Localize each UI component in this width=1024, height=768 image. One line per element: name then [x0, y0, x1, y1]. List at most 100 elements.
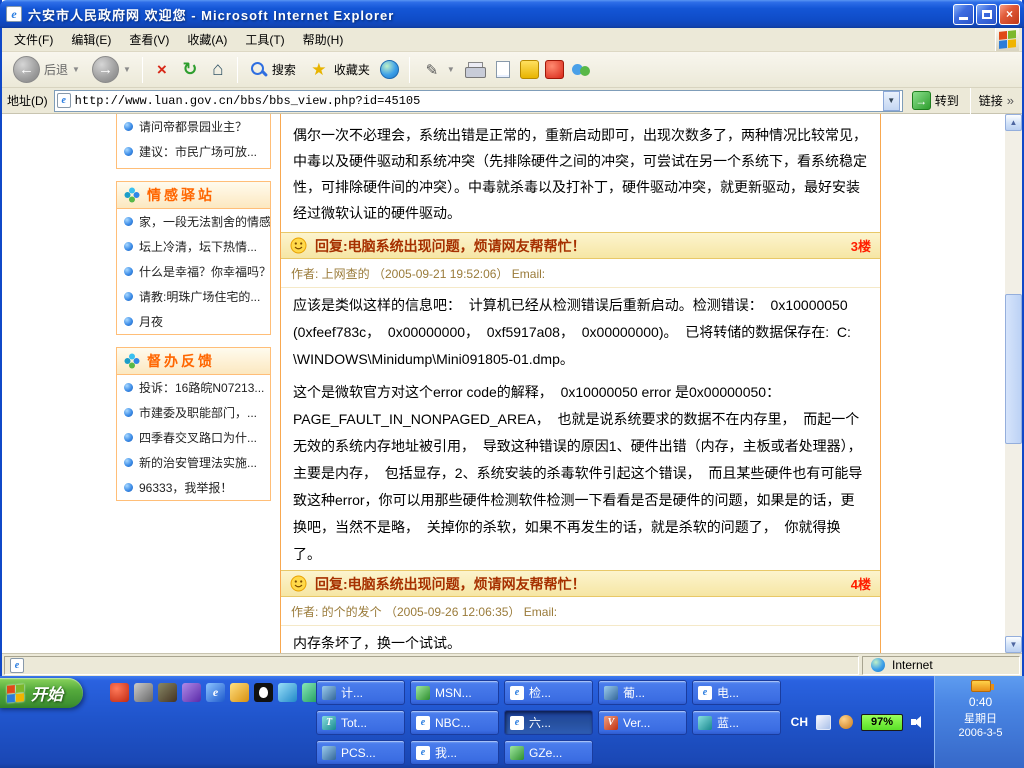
standard-toolbar: ← 后退 ▼ → ▼ × ↻ ⌂ 搜索 ★ 收藏夹 ✎ ▼ — [2, 52, 1022, 88]
floor-badge: 3楼 — [851, 236, 871, 255]
addressbar-separator — [970, 88, 971, 114]
menu-help[interactable]: 帮助(H) — [294, 28, 353, 51]
go-button[interactable]: → 转到 — [909, 91, 962, 110]
reply-header: 回复:电脑系统出现问题，烦请网友帮帮忙！ 3楼 — [281, 232, 880, 259]
qq-button[interactable] — [545, 60, 564, 79]
print-button[interactable] — [464, 59, 486, 81]
show-desktop-icon[interactable] — [134, 683, 153, 702]
discuss-button[interactable] — [520, 60, 539, 79]
clock-time: 0:40 — [969, 695, 992, 709]
smiley-icon — [290, 237, 307, 254]
reply-body: 这个是微软官方对这个error code的解释， 0x10000050 erro… — [281, 375, 880, 570]
home-button[interactable]: ⌂ — [207, 59, 229, 81]
sidebar-link-label: 建议：市民广场可放... — [139, 143, 257, 160]
folder-icon[interactable] — [230, 683, 249, 702]
links-button[interactable]: 链接 » — [979, 92, 1017, 109]
task-button[interactable]: 蓝... — [692, 710, 781, 735]
edit-button[interactable] — [492, 59, 514, 81]
menu-tools[interactable]: 工具(T) — [236, 28, 293, 51]
tray-icon-update[interactable] — [839, 715, 853, 729]
sidebar-link[interactable]: 新的治安管理法实施... — [117, 450, 270, 475]
task-icon: e — [416, 746, 430, 760]
sidebar-link[interactable]: 市建委及职能部门，... — [117, 400, 270, 425]
bullet-icon — [124, 483, 133, 492]
bullet-icon — [124, 383, 133, 392]
start-flag-icon — [7, 684, 24, 702]
sidebar-link-label: 请教:明珠广场住宅的... — [139, 288, 260, 305]
sidebar-link[interactable]: 什么是幸福？你幸福吗？ — [117, 259, 270, 284]
menu-file[interactable]: 文件(F) — [5, 28, 62, 51]
winamp-icon[interactable] — [182, 683, 201, 702]
back-button[interactable]: ← 后退 ▼ — [10, 54, 83, 85]
close-button[interactable]: × — [999, 4, 1020, 25]
task-button[interactable]: 计... — [316, 680, 405, 705]
task-button[interactable]: e检... — [504, 680, 593, 705]
minimize-icon — [959, 17, 968, 20]
bullet-icon — [124, 408, 133, 417]
task-button[interactable]: GZe... — [504, 740, 593, 765]
sidebar-link[interactable]: 请问帝都景园业主？ — [117, 114, 270, 139]
maximize-button[interactable] — [976, 4, 997, 25]
messenger-button[interactable] — [570, 59, 592, 81]
media-player-icon[interactable] — [110, 683, 129, 702]
sidebar-link[interactable]: 月夜 — [117, 309, 270, 334]
start-button[interactable]: 开始 — [0, 678, 83, 708]
ie-quicklaunch-icon[interactable]: e — [206, 683, 225, 702]
vertical-scrollbar[interactable]: ▲ ▼ — [1005, 114, 1022, 653]
battery-percent-badge[interactable]: 97% — [861, 714, 903, 731]
sidebar-link[interactable]: 96333，我举报！ — [117, 475, 270, 500]
task-button-active[interactable]: e六... — [504, 710, 593, 735]
scroll-down-button[interactable]: ▼ — [1005, 636, 1022, 653]
menu-view[interactable]: 查看(V) — [120, 28, 178, 51]
messenger-people-icon — [571, 60, 591, 79]
bullet-icon — [124, 267, 133, 276]
refresh-button[interactable]: ↻ — [179, 59, 201, 81]
browser-viewport: 请问帝都景园业主？ 建议：市民广场可放... 情感驿站 家，一段无法割舍的情感 … — [2, 114, 1022, 653]
media-button[interactable] — [379, 59, 401, 81]
msn-icon[interactable] — [278, 683, 297, 702]
sidebar-link[interactable]: 四季春交叉路口为什... — [117, 425, 270, 450]
task-button[interactable]: MSN... — [410, 680, 499, 705]
task-button[interactable]: 葡... — [598, 680, 687, 705]
address-dropdown-button[interactable]: ▼ — [883, 91, 900, 111]
forward-button[interactable]: → ▼ — [89, 54, 134, 85]
sidebar-link[interactable]: 家，一段无法割舍的情感 — [117, 209, 270, 234]
menu-edit[interactable]: 编辑(E) — [62, 28, 120, 51]
status-bar: e Internet — [2, 653, 1022, 676]
scroll-up-button[interactable]: ▲ — [1005, 114, 1022, 131]
menu-favorites[interactable]: 收藏(A) — [178, 28, 236, 51]
volume-icon[interactable] — [911, 715, 927, 729]
sidebar-link[interactable]: 投诉：16路皖N07213... — [117, 375, 270, 400]
task-label: Tot... — [341, 716, 367, 730]
task-button[interactable]: VVer... — [598, 710, 687, 735]
scroll-thumb[interactable] — [1005, 294, 1022, 444]
search-button[interactable]: 搜索 — [246, 58, 299, 81]
task-button[interactable]: TTot... — [316, 710, 405, 735]
task-button[interactable]: e电... — [692, 680, 781, 705]
tray-icon-antivirus[interactable] — [816, 715, 831, 730]
task-button[interactable]: e我... — [410, 740, 499, 765]
sidebar-link[interactable]: 建议：市民广场可放... — [117, 139, 270, 164]
address-url: http://www.luan.gov.cn/bbs/bbs_view.php?… — [75, 94, 879, 108]
links-chevron-icon: » — [1007, 93, 1014, 108]
favorites-button[interactable]: ★ 收藏夹 — [305, 57, 373, 83]
address-input[interactable]: e http://www.luan.gov.cn/bbs/bbs_view.ph… — [54, 90, 903, 112]
task-button[interactable]: eNBC... — [410, 710, 499, 735]
minimize-button[interactable] — [953, 4, 974, 25]
task-label: 计... — [341, 684, 363, 701]
qq-penguin-icon[interactable] — [254, 683, 273, 702]
clock-panel[interactable]: 0:40 星期日 2006-3-5 — [934, 676, 1024, 768]
language-indicator[interactable]: CH — [791, 715, 808, 729]
mail-dropdown-icon[interactable]: ▼ — [447, 65, 455, 74]
reply-author-line: 作者: 上网查的 （2005-09-21 19:52:06） Email: — [281, 259, 880, 288]
sidebar-link[interactable]: 坛上冷清，坛下热情... — [117, 234, 270, 259]
back-dropdown-icon[interactable]: ▼ — [72, 65, 80, 74]
stop-button[interactable]: × — [151, 59, 173, 81]
mail-button[interactable]: ✎ ▼ — [418, 57, 458, 83]
sidebar-link[interactable]: 请教:明珠广场住宅的... — [117, 284, 270, 309]
forward-dropdown-icon[interactable]: ▼ — [123, 65, 131, 74]
task-button[interactable]: PCS... — [316, 740, 405, 765]
task-icon — [322, 686, 336, 700]
outlook-icon[interactable] — [158, 683, 177, 702]
printer-icon — [465, 62, 484, 77]
